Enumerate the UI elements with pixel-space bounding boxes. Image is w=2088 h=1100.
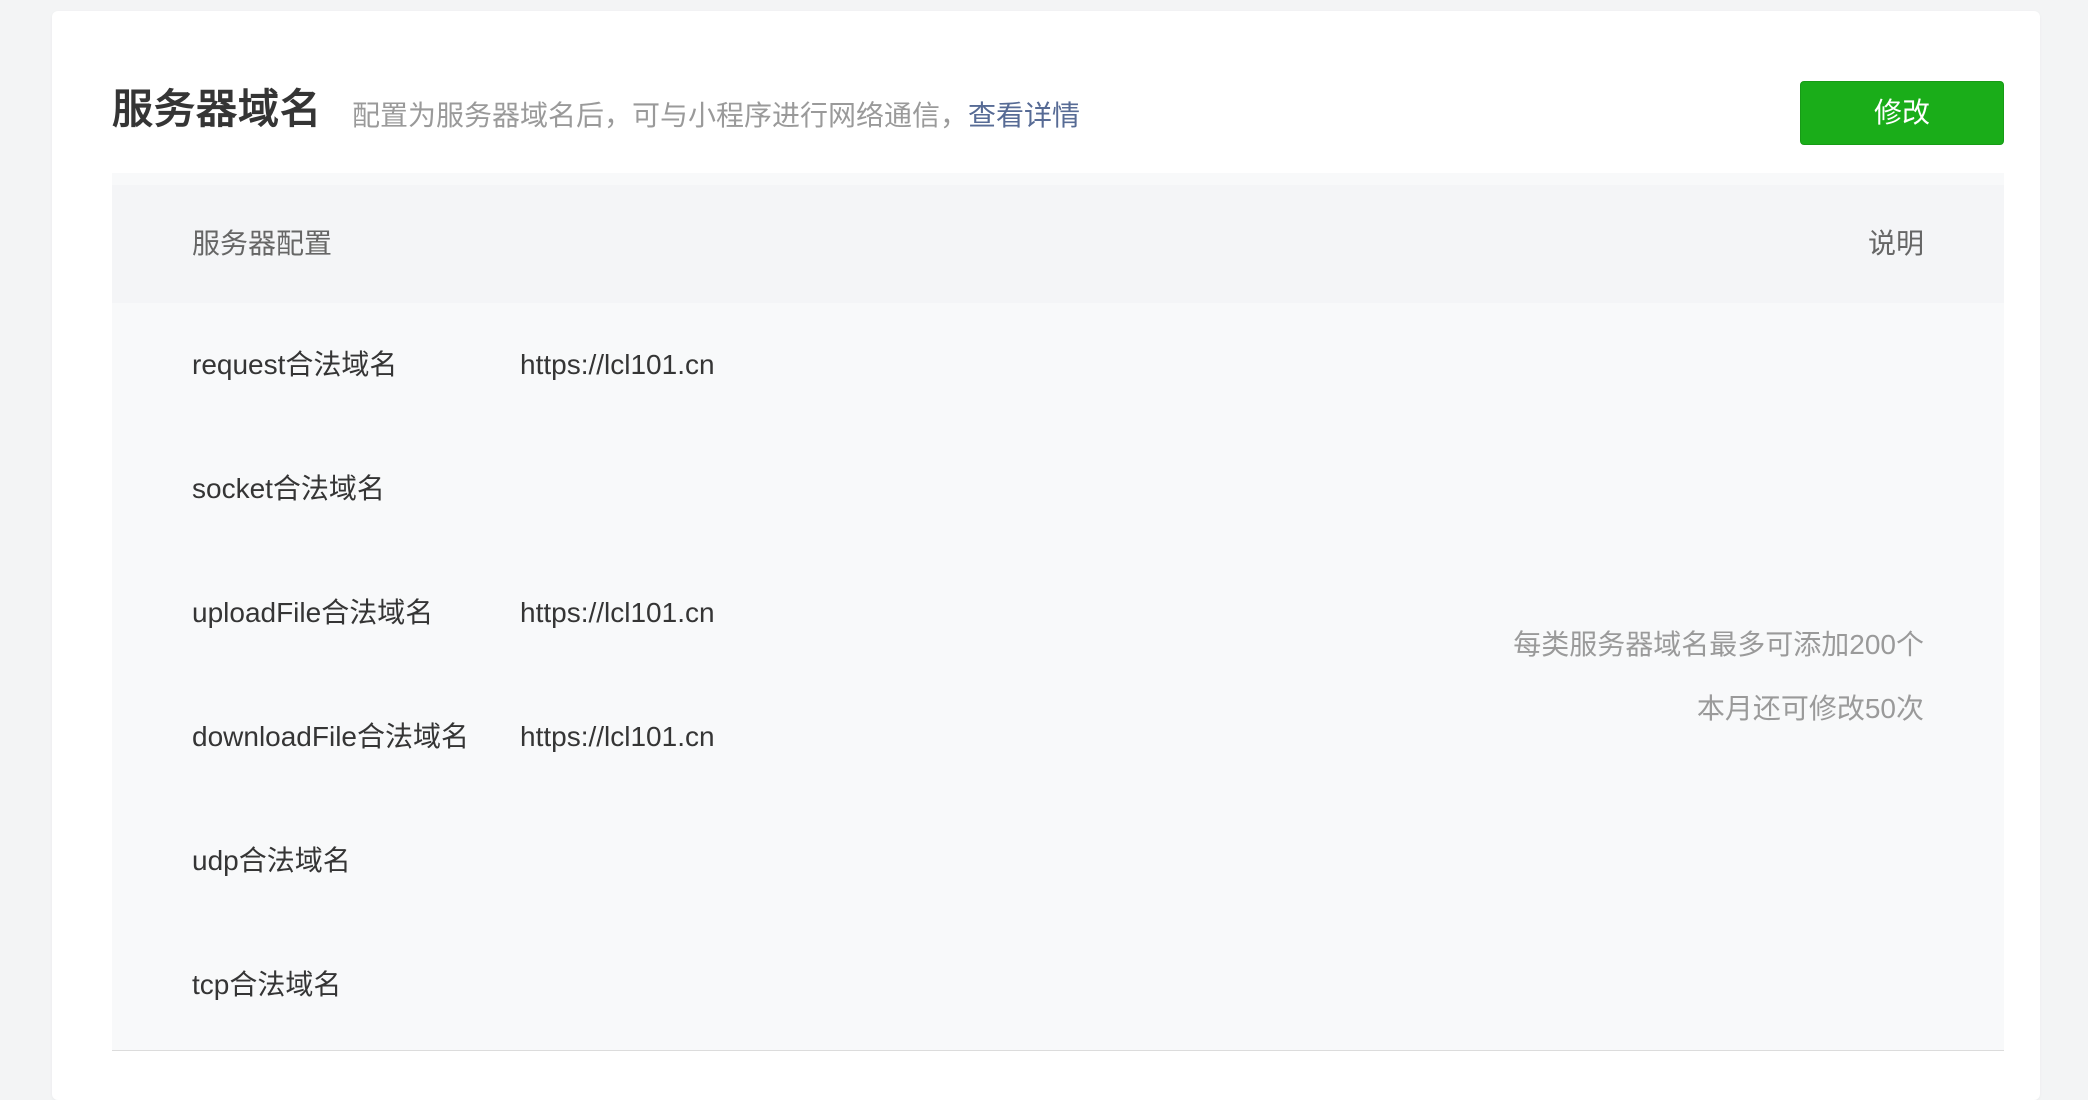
row-value: https://lcl101.cn: [520, 349, 715, 380]
row-value: https://lcl101.cn: [520, 721, 715, 752]
table-header: 服务器配置 说明: [112, 185, 2004, 303]
section-header: 服务器域名 配置为服务器域名后，可与小程序进行网络通信，查看详情 修改: [112, 71, 2004, 155]
row-label: socket合法域名: [192, 473, 385, 504]
section-subtitle: 配置为服务器域名后，可与小程序进行网络通信，查看详情: [352, 98, 1080, 134]
subtitle-text: 配置为服务器域名后，可与小程序进行网络通信，: [352, 100, 969, 131]
row-label: uploadFile合法域名: [192, 597, 434, 628]
row-label: tcp合法域名: [192, 969, 342, 1000]
description-limit: 每类服务器域名最多可添加200个: [1513, 629, 1924, 660]
row-label: request合法域名: [192, 349, 398, 380]
description-remaining-edits: 本月还可修改50次: [1696, 693, 1924, 724]
view-details-link[interactable]: 查看详情: [968, 100, 1080, 131]
table-row: socket合法域名: [112, 427, 2004, 551]
table-row: tcp合法域名: [112, 923, 2004, 1047]
row-label: downloadFile合法域名: [192, 721, 469, 752]
server-config-table: 服务器配置 说明 request合法域名 https://lcl101.cn s…: [112, 173, 2004, 1051]
edit-button[interactable]: 修改: [1800, 81, 2004, 145]
server-domain-card: 服务器域名 配置为服务器域名后，可与小程序进行网络通信，查看详情 修改 服务器配…: [52, 11, 2040, 1100]
table-row: request合法域名 https://lcl101.cn: [112, 303, 2004, 427]
row-label: udp合法域名: [192, 845, 351, 876]
row-value: https://lcl101.cn: [520, 597, 715, 628]
description-cell: 每类服务器域名最多可添加200个 本月还可修改50次: [1513, 613, 1924, 741]
column-header-description: 说明: [1867, 228, 1924, 259]
column-header-config: 服务器配置: [192, 228, 333, 259]
page-title: 服务器域名: [112, 86, 322, 132]
table-row: udp合法域名: [112, 799, 2004, 923]
